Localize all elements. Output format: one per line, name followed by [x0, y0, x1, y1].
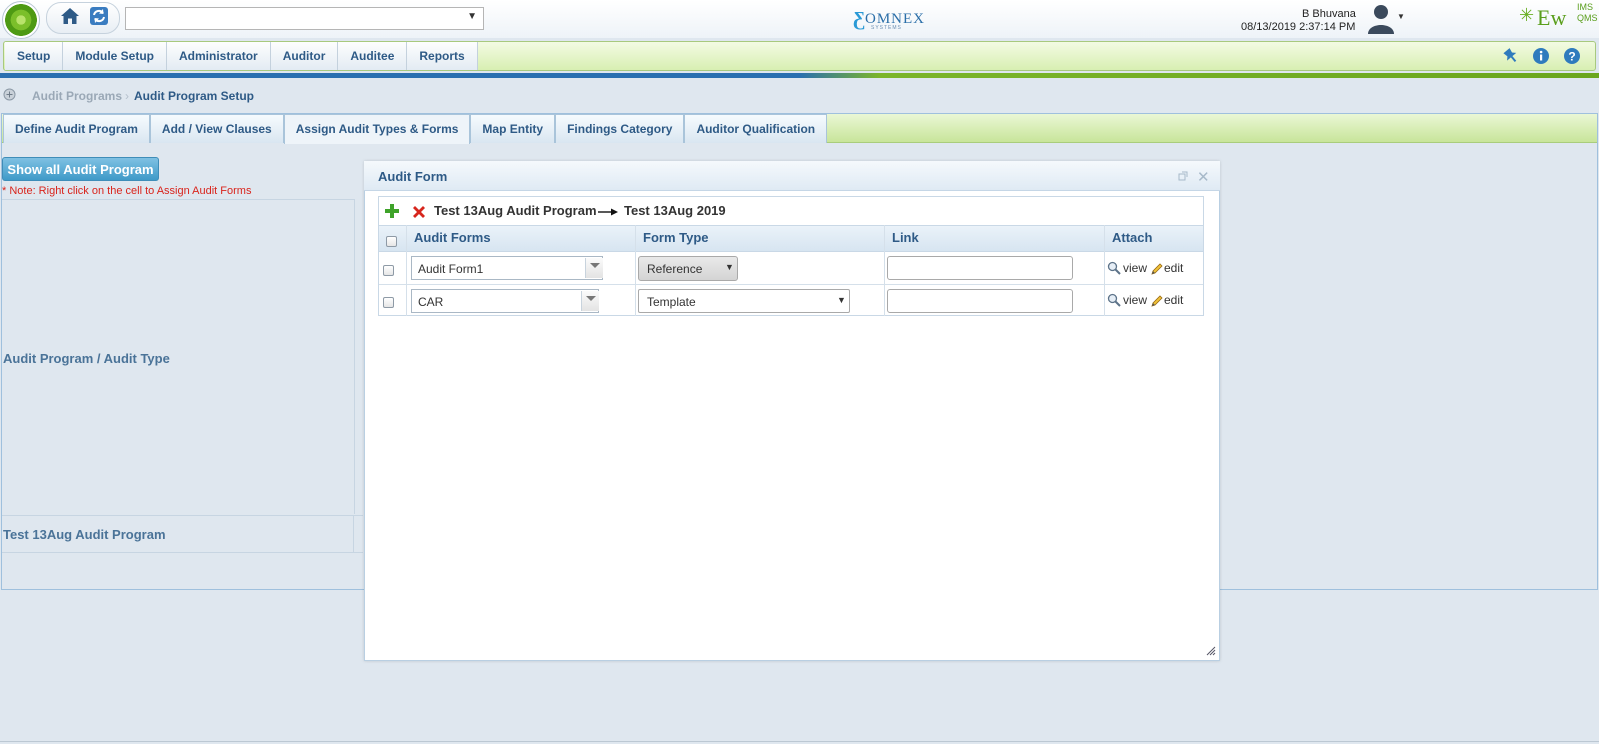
grid-header-label: Audit Program / Audit Type: [3, 351, 170, 366]
omnex-brand-sub: SYSTEMS: [871, 25, 902, 31]
row-checkbox[interactable]: [383, 265, 394, 276]
tab-add-view-clauses[interactable]: Add / View Clauses: [149, 114, 284, 143]
add-icon[interactable]: [384, 203, 400, 219]
ew-star-icon: ✳: [1519, 5, 1535, 25]
tab-assign-audit-types-forms[interactable]: Assign Audit Types & Forms: [283, 114, 471, 144]
close-icon[interactable]: ✕: [1197, 168, 1210, 186]
ew-logo-ims: IMS: [1577, 2, 1594, 12]
menu-auditor[interactable]: Auditor: [270, 42, 339, 70]
grid-row-program[interactable]: Test 13Aug Audit Program: [3, 527, 166, 542]
chevron-down-icon: ▼: [467, 11, 477, 22]
form-type-select[interactable]: Template ▼: [638, 289, 850, 313]
ewqims-logo: ✳ Ew IMS QMS: [1519, 2, 1599, 31]
menu-setup[interactable]: Setup: [5, 42, 64, 70]
chevron-down-icon: ▼: [837, 295, 846, 305]
grid-row-divider: [2, 515, 363, 516]
home-icon[interactable]: [60, 6, 80, 26]
form-type-value: Reference: [647, 262, 703, 276]
header-stripe: [0, 73, 1599, 78]
app-logo[interactable]: [2, 1, 40, 39]
user-menu-caret-icon[interactable]: ▼: [1397, 12, 1405, 21]
chevron-down-icon: ▼: [725, 262, 734, 272]
delete-icon[interactable]: [411, 204, 427, 220]
tab-map-entity[interactable]: Map Entity: [470, 114, 556, 143]
magnifier-icon[interactable]: [1107, 293, 1121, 307]
maximize-icon[interactable]: [1178, 171, 1188, 181]
edit-link[interactable]: edit: [1164, 293, 1183, 307]
setup-tabs: Define Audit Program Add / View Clauses …: [3, 114, 828, 144]
omnex-mark-icon: Ƹ: [853, 8, 865, 30]
menu-module-setup[interactable]: Module Setup: [63, 42, 168, 70]
grid-row-divider: [2, 552, 363, 553]
pencil-icon[interactable]: [1150, 294, 1164, 308]
link-input[interactable]: [887, 256, 1073, 280]
combo-dropdown-button[interactable]: [585, 258, 603, 278]
tab-findings-category[interactable]: Findings Category: [555, 114, 685, 143]
breadcrumb-current: Audit Program Setup: [134, 89, 255, 103]
chevron-down-icon: [586, 296, 596, 301]
link-input[interactable]: [887, 289, 1073, 313]
table-col-divider: [635, 225, 636, 316]
table-col-divider: [406, 225, 407, 316]
arrow-right-icon: [598, 208, 618, 216]
show-all-audit-program-button[interactable]: Show all Audit Program: [2, 157, 159, 181]
current-datetime: 08/13/2019 2:37:14 PM: [1241, 21, 1356, 33]
user-avatar-icon[interactable]: [1366, 2, 1396, 34]
breadcrumb-home-icon[interactable]: [3, 88, 16, 101]
tab-auditor-qualification[interactable]: Auditor Qualification: [684, 114, 828, 143]
help-icon[interactable]: ?: [1563, 47, 1581, 65]
menu-reports[interactable]: Reports: [407, 42, 478, 70]
col-audit-forms: Audit Forms: [414, 230, 491, 245]
view-link[interactable]: view: [1123, 261, 1147, 275]
resize-handle-icon[interactable]: [1206, 646, 1216, 656]
menu-auditee[interactable]: Auditee: [338, 42, 408, 70]
pencil-icon[interactable]: [1150, 262, 1164, 276]
grid-col-divider: [353, 515, 354, 552]
menu-administrator[interactable]: Administrator: [167, 42, 271, 70]
col-attach: Attach: [1112, 230, 1153, 245]
breadcrumb-parent[interactable]: Audit Programs: [32, 89, 122, 103]
dialog-title: Audit Form: [378, 169, 448, 184]
user-name: B Bhuvana: [1302, 8, 1356, 20]
dialog-audit-type-name: Test 13Aug 2019: [624, 203, 726, 218]
select-all-checkbox[interactable]: [386, 236, 397, 247]
dialog-titlebar[interactable]: [364, 161, 1220, 191]
tab-define-audit-program[interactable]: Define Audit Program: [3, 114, 150, 143]
table-col-divider: [1104, 225, 1105, 316]
audit-form-value: Audit Form1: [418, 262, 484, 276]
breadcrumb-separator: ›: [125, 89, 129, 103]
view-link[interactable]: view: [1123, 293, 1147, 307]
refresh-icon[interactable]: [89, 6, 109, 26]
combo-dropdown-button[interactable]: [581, 291, 599, 311]
assign-note: * Note: Right click on the cell to Assig…: [2, 185, 252, 197]
omnex-logo: Ƹ OMNEX SYSTEMS: [853, 8, 924, 32]
ew-logo-qms: QMS: [1577, 13, 1598, 23]
main-menu: Setup Module Setup Administrator Auditor…: [5, 42, 478, 70]
audit-form-combo[interactable]: CAR: [411, 289, 599, 313]
table-col-divider: [884, 225, 885, 316]
audit-form-combo[interactable]: Audit Form1: [411, 256, 603, 280]
page-bottom-border: [0, 741, 1599, 742]
info-icon[interactable]: [1532, 47, 1550, 65]
audit-form-value: CAR: [418, 295, 444, 309]
form-type-select[interactable]: Reference ▼: [638, 256, 738, 281]
table-row-divider: [379, 284, 1203, 285]
magnifier-icon[interactable]: [1107, 261, 1121, 275]
col-link: Link: [892, 230, 919, 245]
chevron-down-icon: [590, 263, 600, 268]
col-form-type: Form Type: [643, 230, 709, 245]
form-type-value: Template: [647, 295, 696, 309]
global-search-select[interactable]: ▼: [125, 7, 484, 30]
svg-text:?: ?: [1568, 50, 1575, 64]
ew-logo-text: Ew: [1537, 5, 1567, 30]
audit-forms-table-header: [379, 225, 1203, 252]
dialog-program-name: Test 13Aug Audit Program: [434, 203, 597, 218]
pin-icon[interactable]: [1502, 47, 1520, 65]
row-checkbox[interactable]: [383, 297, 394, 308]
edit-link[interactable]: edit: [1164, 261, 1183, 275]
